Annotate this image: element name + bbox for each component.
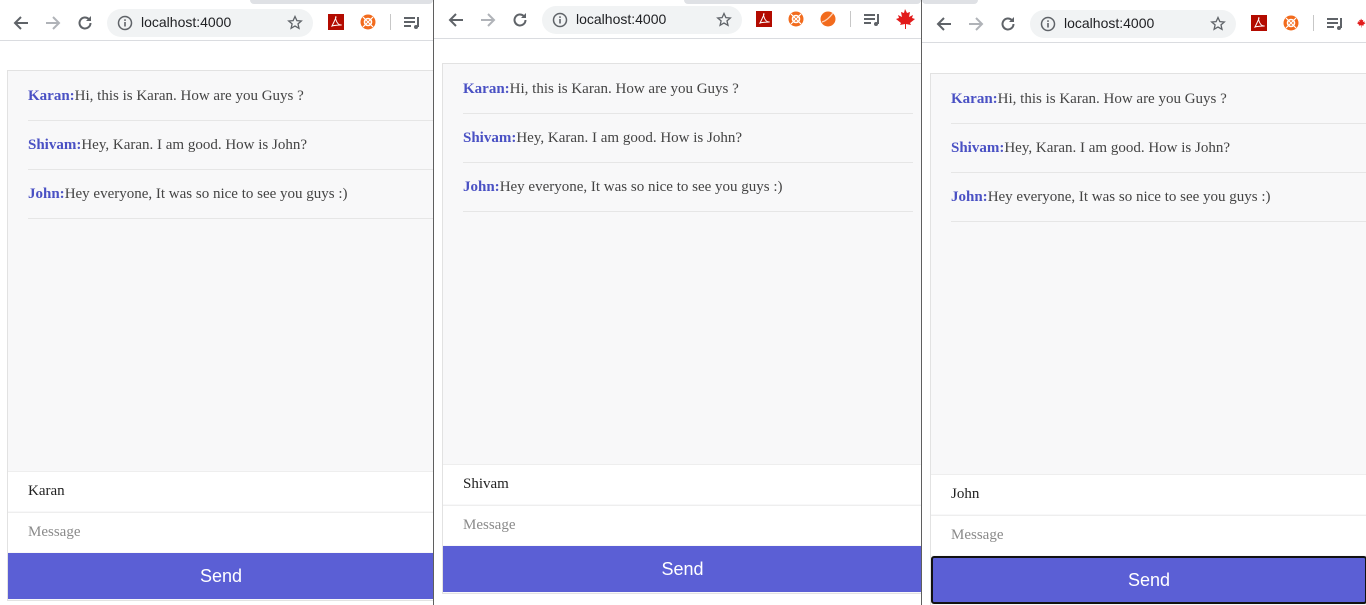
info-icon[interactable] [1040,16,1056,37]
bookmark-star-icon[interactable] [287,14,303,36]
message-text: Hi, this is Karan. How are you Guys ? [509,80,739,97]
maple-leaf-icon[interactable] [1356,12,1366,34]
message-sender: John: [951,188,988,205]
message-sender: Karan: [951,90,998,107]
orange-ball-icon[interactable] [819,10,837,28]
tab-strip-edge [684,0,921,4]
back-button[interactable] [444,8,468,32]
maple-leaf-icon[interactable] [893,8,917,30]
message-item: John: Hey everyone, It was so nice to see… [463,163,913,212]
message-list: Karan: Hi, this is Karan. How are you Guy… [931,75,1366,222]
url-text: localhost:4000 [576,11,667,27]
message-item: Shivam: Hey, Karan. I am good. How is Joh… [463,114,913,163]
message-sender: John: [463,178,500,195]
toolbar-separator [1313,15,1314,31]
chat-panel: Karan: Hi, this is Karan. How are you Guy… [7,70,433,601]
pdf-icon[interactable] [755,10,773,28]
orange-circle-icon[interactable] [1282,14,1300,32]
address-bar[interactable]: localhost:4000 [542,6,742,34]
info-icon[interactable] [552,12,568,33]
back-button[interactable] [9,11,33,35]
reload-icon [1001,17,1015,31]
browser-toolbar: localhost:4000 [0,0,433,41]
forward-button[interactable] [476,8,500,32]
playlist-icon[interactable] [403,13,421,31]
pdf-icon[interactable] [1250,14,1268,32]
pdf-icon[interactable] [327,13,345,31]
message-text: Hey everyone, It was so nice to see you … [64,185,348,202]
back-button[interactable] [932,12,956,36]
message-text: Hey, Karan. I am good. How is John? [516,129,742,146]
message-text: Hey everyone, It was so nice to see you … [987,188,1271,205]
back-arrow-icon [448,13,463,27]
playlist-icon[interactable] [863,10,881,28]
reload-button[interactable] [996,12,1020,36]
browser-window-john: localhost:4000 Karan: Hi, this is Karan. … [922,0,1366,605]
name-input[interactable]: Shivam [443,464,921,504]
message-item: Karan: Hi, this is Karan. How are you Guy… [28,72,433,121]
send-button[interactable]: Send [8,553,433,599]
message-item: John: Hey everyone, It was so nice to see… [951,173,1366,222]
url-text: localhost:4000 [141,14,232,30]
bookmark-star-icon[interactable] [716,11,732,33]
message-sender: Karan: [463,80,510,97]
message-item: Karan: Hi, this is Karan. How are you Guy… [463,65,913,114]
name-input[interactable]: John [931,474,1366,514]
reload-icon [513,13,527,27]
message-sender: Shivam: [463,129,517,146]
chat-panel: Karan: Hi, this is Karan. How are you Guy… [442,63,921,594]
message-text: Hey, Karan. I am good. How is John? [81,136,307,153]
info-icon[interactable] [117,15,133,36]
message-text: Hi, this is Karan. How are you Guys ? [74,87,304,104]
playlist-icon[interactable] [1326,14,1344,32]
message-sender: John: [28,185,65,202]
bookmark-star-icon[interactable] [1210,15,1226,37]
message-item: Shivam: Hey, Karan. I am good. How is Joh… [951,124,1366,173]
back-arrow-icon [936,17,951,31]
message-input[interactable]: Message [443,505,921,545]
reload-button[interactable] [73,11,97,35]
send-button[interactable]: Send [443,546,921,592]
message-sender: Shivam: [951,139,1005,156]
message-item: John: Hey everyone, It was so nice to see… [28,170,433,219]
toolbar-separator [850,11,851,27]
address-bar[interactable]: localhost:4000 [107,9,313,37]
browser-window-karan: localhost:4000 Karan: Hi, this is Karan. … [0,0,433,605]
back-arrow-icon [13,16,28,30]
message-sender: Shivam: [28,136,82,153]
reload-button[interactable] [508,8,532,32]
message-input[interactable]: Message [931,515,1366,555]
forward-button[interactable] [41,11,65,35]
message-item: Shivam: Hey, Karan. I am good. How is Joh… [28,121,433,170]
message-text: Hi, this is Karan. How are you Guys ? [997,90,1227,107]
chat-panel: Karan: Hi, this is Karan. How are you Guy… [930,73,1366,605]
message-text: Hey everyone, It was so nice to see you … [499,178,783,195]
forward-arrow-icon [969,17,984,31]
forward-button[interactable] [964,12,988,36]
url-text: localhost:4000 [1064,15,1155,31]
browser-toolbar: localhost:4000 [922,0,1366,43]
message-sender: Karan: [28,87,75,104]
orange-circle-icon[interactable] [359,13,377,31]
message-list: Karan: Hi, this is Karan. How are you Guy… [443,65,921,212]
address-bar[interactable]: localhost:4000 [1030,10,1236,38]
forward-arrow-icon [46,16,61,30]
tab-strip-edge [250,0,433,4]
browser-toolbar: localhost:4000 [434,0,921,39]
name-input[interactable]: Karan [8,471,433,511]
forward-arrow-icon [481,13,496,27]
send-button[interactable]: Send [931,556,1366,604]
message-item: Karan: Hi, this is Karan. How are you Guy… [951,75,1366,124]
tab-strip-edge [922,0,978,4]
toolbar-separator [390,14,391,30]
message-list: Karan: Hi, this is Karan. How are you Guy… [8,72,433,219]
browser-window-shivam: localhost:4000 Karan: Hi, this is Karan. … [434,0,921,605]
orange-circle-icon[interactable] [787,10,805,28]
reload-icon [78,16,92,30]
message-text: Hey, Karan. I am good. How is John? [1004,139,1230,156]
message-input[interactable]: Message [8,512,433,552]
